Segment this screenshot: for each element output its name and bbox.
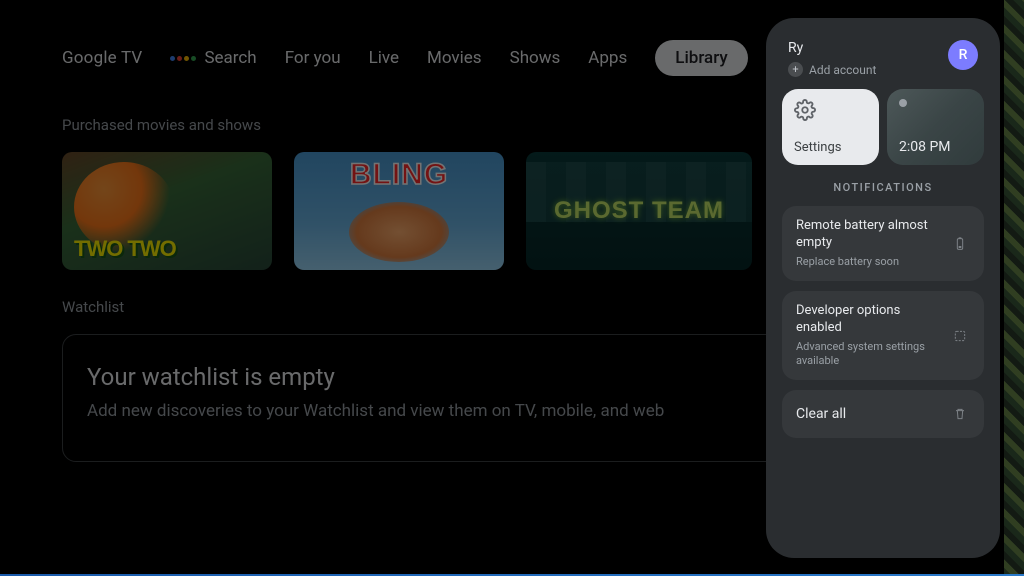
clear-all-button[interactable]: Clear all [782,390,984,438]
notification-devoptions-title: Developer options enabled [796,303,940,337]
poster-ghostteam[interactable]: GHOST TEAM [526,152,752,270]
notification-battery-title: Remote battery almost empty [796,218,940,252]
account-name: Ry [788,40,876,56]
battery-icon [950,234,970,254]
nav-foryou[interactable]: For you [285,48,341,68]
nav-movies[interactable]: Movies [427,48,482,68]
logo: Google TV [62,48,142,68]
account-row: Ry + Add account R [782,34,984,89]
notification-devoptions-sub: Advanced system settings available [796,340,940,369]
poster-twotwo[interactable]: TWO TWO [62,152,272,270]
tile-row: Settings 2:08 PM [782,89,984,165]
add-account-label: Add account [809,63,876,77]
clock-time: 2:08 PM [899,139,972,155]
nav-search[interactable]: Search [170,48,256,68]
nav-apps[interactable]: Apps [588,48,627,68]
poster-twotwo-title: TWO TWO [74,236,176,262]
nav-library[interactable]: Library [655,40,747,76]
notifications-header: NOTIFICATIONS [782,181,984,194]
clear-all-label: Clear all [796,406,846,422]
nav-shows[interactable]: Shows [510,48,561,68]
plus-icon: + [788,62,803,77]
screensaver-dot-icon [899,99,907,107]
avatar[interactable]: R [948,40,978,70]
gear-icon [794,99,816,121]
notification-battery-sub: Replace battery soon [796,255,940,269]
nav-live[interactable]: Live [369,48,399,68]
poster-bling-title: BLING [350,158,448,192]
notification-battery[interactable]: Remote battery almost empty Replace batt… [782,206,984,281]
quick-panel: Ry + Add account R Settings 2:08 PM NOTI… [766,18,1000,558]
assistant-icon [170,56,196,61]
nav-search-label: Search [204,48,256,68]
developer-icon [950,326,970,346]
screensaver-tile[interactable]: 2:08 PM [887,89,984,165]
trash-icon [950,404,970,424]
settings-tile[interactable]: Settings [782,89,879,165]
edge-strip [1004,0,1024,576]
notification-devoptions[interactable]: Developer options enabled Advanced syste… [782,291,984,380]
settings-label: Settings [794,140,867,155]
poster-ghostteam-title: GHOST TEAM [554,197,724,225]
poster-bling[interactable]: BLING [294,152,504,270]
add-account-button[interactable]: + Add account [788,62,876,77]
